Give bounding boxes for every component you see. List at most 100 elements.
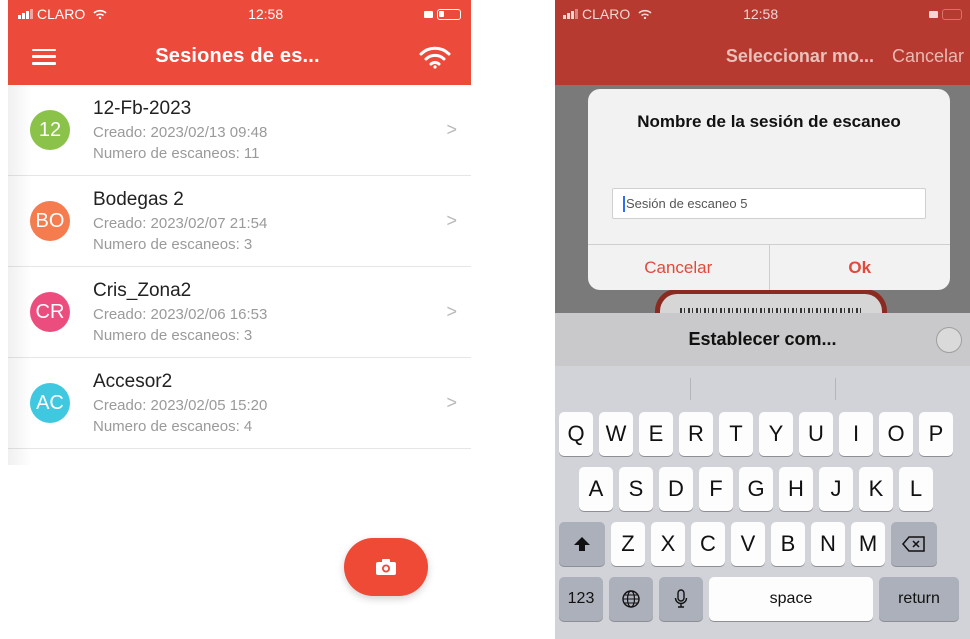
session-avatar: BO	[30, 201, 70, 241]
camera-icon	[376, 559, 396, 575]
key[interactable]: U	[799, 412, 833, 456]
new-scan-button[interactable]	[344, 538, 428, 596]
signal-icon	[563, 9, 578, 19]
divider	[834, 378, 836, 400]
key[interactable]: T	[719, 412, 753, 456]
menu-icon[interactable]	[32, 48, 56, 65]
key[interactable]: A	[579, 467, 613, 511]
session-name: Bodegas 2	[93, 189, 184, 210]
app-bar: Seleccionar mo... Cancelar	[555, 28, 970, 85]
status-time: 12:58	[743, 6, 779, 22]
session-avatar: AC	[30, 383, 70, 423]
session-item[interactable]: 12 12-Fb-2023 Creado: 2023/02/13 09:48 N…	[8, 85, 471, 176]
onscreen-keyboard: Q W E R T Y U I O P A S D F G H J K L Z …	[555, 366, 970, 639]
session-created: Creado: 2023/02/05 15:20	[93, 397, 268, 414]
key[interactable]: M	[851, 522, 885, 566]
keyboard-row-3: Z X C V B N M	[555, 522, 970, 566]
battery-icon	[437, 8, 461, 20]
default-toggle-row: Establecer com...	[555, 313, 970, 366]
globe-icon	[622, 590, 640, 608]
session-scan-count: Numero de escaneos: 3	[93, 327, 253, 344]
chevron-right-icon: >	[446, 119, 457, 140]
cancel-button[interactable]: Cancelar	[588, 245, 769, 290]
globe-key[interactable]	[609, 577, 653, 621]
return-key[interactable]: return	[879, 577, 959, 621]
session-scan-count: Numero de escaneos: 4	[93, 418, 253, 435]
chevron-right-icon: >	[446, 301, 457, 322]
key[interactable]: L	[899, 467, 933, 511]
session-created: Creado: 2023/02/13 09:48	[93, 124, 268, 141]
shift-icon	[574, 537, 590, 551]
wifi-icon[interactable]	[419, 45, 451, 69]
page-title: Seleccionar mo...	[725, 46, 874, 66]
session-created: Creado: 2023/02/06 16:53	[93, 306, 268, 323]
key[interactable]: R	[679, 412, 713, 456]
key[interactable]: N	[811, 522, 845, 566]
session-list-screen: CLARO 12:58 Sesiones de es... 12 12-Fb-2	[8, 0, 471, 639]
key[interactable]: X	[651, 522, 685, 566]
microphone-icon	[674, 589, 688, 608]
session-name-input[interactable]: Sesión de escaneo 5	[612, 188, 926, 219]
session-info: 12-Fb-2023 Creado: 2023/02/13 09:48 Nume…	[93, 98, 267, 162]
radio-button[interactable]	[936, 326, 962, 353]
session-name: 12-Fb-2023	[93, 98, 192, 119]
session-list: 12 12-Fb-2023 Creado: 2023/02/13 09:48 N…	[8, 85, 471, 449]
key[interactable]: P	[919, 412, 953, 456]
session-info: Bodegas 2 Creado: 2023/02/07 21:54 Numer…	[93, 189, 267, 253]
session-name-dialog: Nombre de la sesión de escaneo Sesión de…	[588, 89, 950, 290]
keyboard-row-2: A S D F G H J K L	[555, 467, 970, 511]
cancel-link[interactable]: Cancelar	[892, 46, 964, 67]
key[interactable]: Q	[559, 412, 593, 456]
backspace-key[interactable]	[891, 522, 937, 566]
status-bar: CLARO 12:58	[555, 0, 970, 28]
chevron-right-icon: >	[446, 210, 457, 231]
key[interactable]: B	[771, 522, 805, 566]
key[interactable]: V	[731, 522, 765, 566]
status-right	[424, 8, 461, 20]
status-time: 12:58	[248, 6, 284, 22]
key[interactable]: J	[819, 467, 853, 511]
session-avatar: CR	[30, 292, 70, 332]
numbers-key[interactable]: 123	[559, 577, 603, 621]
key[interactable]: H	[779, 467, 813, 511]
session-created: Creado: 2023/02/07 21:54	[93, 215, 268, 232]
top-bar: CLARO 12:58 Sesiones de es...	[8, 0, 471, 85]
screenshot-canvas: CLARO 12:58 Sesiones de es... 12 12-Fb-2	[0, 0, 970, 639]
key[interactable]: E	[639, 412, 673, 456]
dictation-key[interactable]	[659, 577, 703, 621]
session-scan-count: Numero de escaneos: 11	[93, 145, 260, 162]
ok-button[interactable]: Ok	[768, 245, 951, 290]
lowpower-icon	[929, 10, 938, 18]
session-name: Cris_Zona2	[93, 280, 192, 301]
shift-key[interactable]	[559, 522, 605, 566]
keyboard-row-4: 123 space return	[555, 577, 970, 621]
status-right	[929, 8, 962, 20]
key[interactable]: W	[599, 412, 633, 456]
divider	[689, 378, 691, 400]
app-bar: Sesiones de es...	[8, 28, 471, 85]
key[interactable]: O	[879, 412, 913, 456]
text-cursor	[623, 195, 625, 212]
key[interactable]: I	[839, 412, 873, 456]
chevron-right-icon: >	[446, 392, 457, 413]
space-key[interactable]: space	[709, 577, 873, 621]
session-info: Cris_Zona2 Creado: 2023/02/06 16:53 Nume…	[93, 280, 267, 344]
key[interactable]: F	[699, 467, 733, 511]
page-title: Sesiones de es...	[155, 45, 320, 67]
session-avatar: 12	[30, 110, 70, 150]
default-toggle-label: Establecer com...	[688, 329, 837, 349]
key[interactable]: S	[619, 467, 653, 511]
key[interactable]: C	[691, 522, 725, 566]
session-item[interactable]: CR Cris_Zona2 Creado: 2023/02/06 16:53 N…	[8, 267, 471, 358]
signal-icon	[18, 9, 33, 19]
lowpower-icon	[424, 10, 433, 18]
key[interactable]: Y	[759, 412, 793, 456]
key[interactable]: G	[739, 467, 773, 511]
keyboard-row-1: Q W E R T Y U I O P	[555, 412, 970, 456]
key[interactable]: K	[859, 467, 893, 511]
session-scan-count: Numero de escaneos: 3	[93, 236, 253, 253]
session-item[interactable]: BO Bodegas 2 Creado: 2023/02/07 21:54 Nu…	[8, 176, 471, 267]
session-item[interactable]: AC Accesor2 Creado: 2023/02/05 15:20 Num…	[8, 358, 471, 449]
key[interactable]: D	[659, 467, 693, 511]
key[interactable]: Z	[611, 522, 645, 566]
